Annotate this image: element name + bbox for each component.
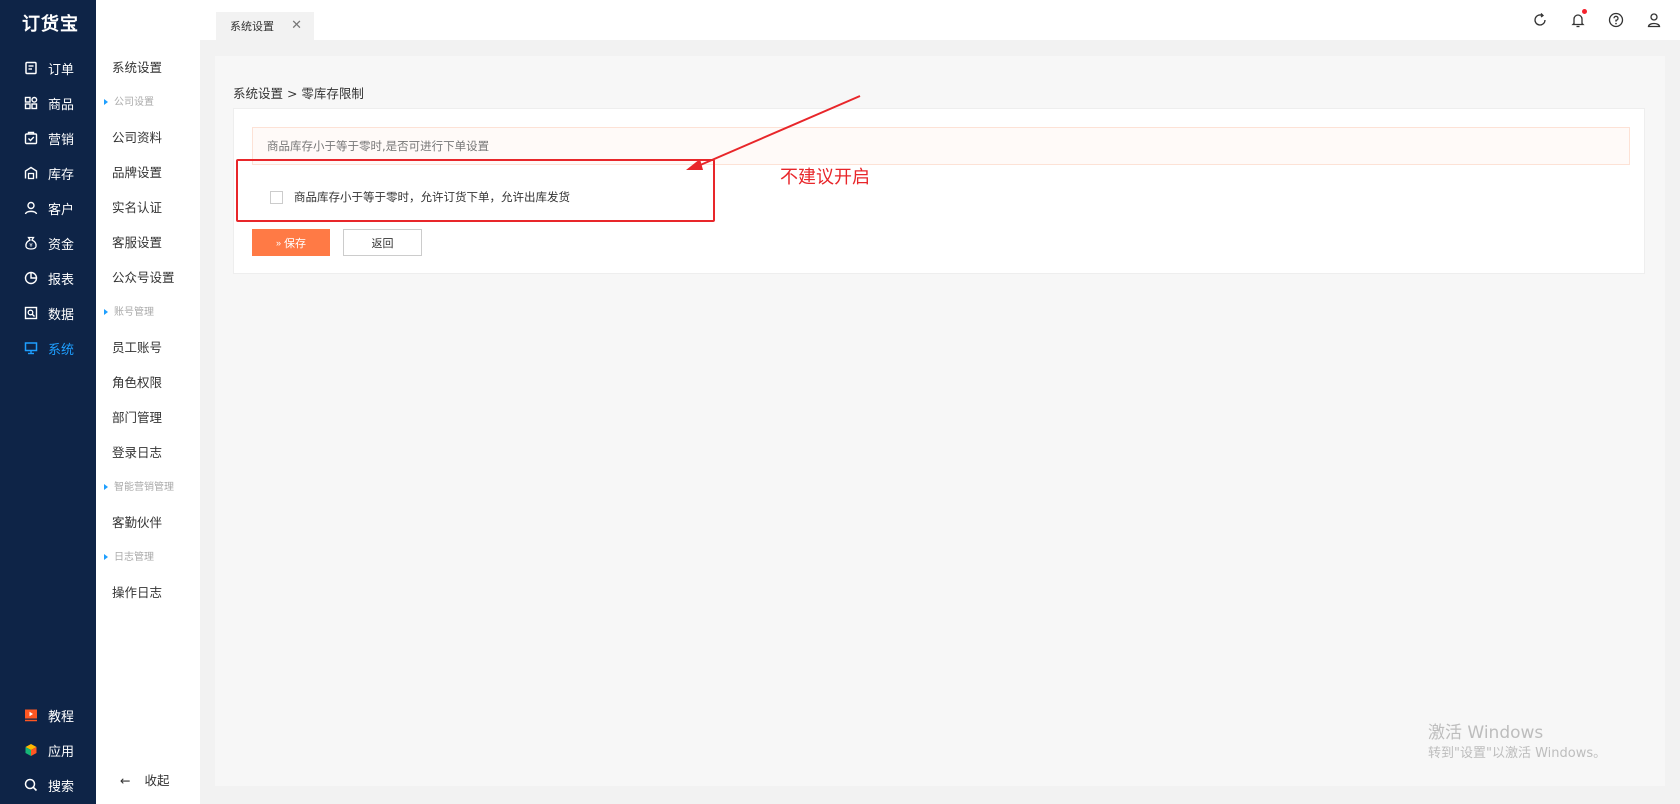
save-button[interactable]: » 保存: [252, 229, 330, 256]
nav-item-label: 系统: [48, 342, 75, 358]
sidebar-group-account[interactable]: 账号管理: [104, 305, 154, 321]
windows-watermark-sub: 转到"设置"以激活 Windows。: [1428, 746, 1607, 761]
nav-item-tutorial[interactable]: 教程: [0, 700, 96, 730]
report-icon: [24, 271, 38, 285]
bell-icon[interactable]: [1570, 9, 1587, 28]
group-label: 智能营销管理: [114, 482, 174, 493]
group-label: 公司设置: [114, 97, 154, 108]
annotation-box: [236, 159, 715, 222]
nav-item-label: 报表: [48, 272, 75, 288]
sidebar-item-staff[interactable]: 员工账号: [112, 338, 162, 358]
monitor-icon: [24, 341, 38, 355]
nav-item-order[interactable]: 订单: [0, 53, 96, 83]
arrow-left-icon: ←: [120, 773, 131, 788]
goods-icon: [24, 96, 38, 110]
expand-triangle-icon: [104, 309, 108, 315]
search-icon: [24, 778, 38, 792]
nav-item-apps[interactable]: 应用: [0, 735, 96, 765]
breadcrumb: 系统设置 > 零库存限制: [233, 86, 364, 101]
sidebar-item-brand[interactable]: 品牌设置: [112, 163, 162, 183]
main-nav: 订货宝 订单 商品 营销 库存 客户 ¥ 资金 报表 数据 系统 教程 应用 搜…: [0, 0, 96, 804]
back-button[interactable]: 返回: [343, 229, 422, 256]
apps-icon: [24, 743, 38, 757]
nav-item-search[interactable]: 搜索: [0, 770, 96, 800]
sidebar-group-company[interactable]: 公司设置: [104, 95, 154, 111]
sidebar-item-role[interactable]: 角色权限: [112, 373, 162, 393]
sidebar-item-login-log[interactable]: 登录日志: [112, 443, 162, 463]
data-icon: [24, 306, 38, 320]
expand-triangle-icon: [104, 554, 108, 560]
collapse-button[interactable]: ← 收起: [120, 770, 170, 789]
nav-item-goods[interactable]: 商品: [0, 88, 96, 118]
nav-item-customer[interactable]: 客户: [0, 193, 96, 223]
expand-triangle-icon: [104, 484, 108, 490]
close-icon[interactable]: ✕: [291, 18, 302, 33]
settings-sidebar: 系统设置 公司设置 公司资料 品牌设置 实名认证 客服设置 公众号设置 账号管理…: [96, 40, 200, 804]
nav-item-data[interactable]: 数据: [0, 298, 96, 328]
nav-item-label: 应用: [48, 744, 75, 760]
windows-watermark: 激活 Windows: [1428, 723, 1544, 743]
sidebar-item-service[interactable]: 客服设置: [112, 233, 162, 253]
sidebar-item-system-settings[interactable]: 系统设置: [112, 58, 162, 78]
nav-item-marketing[interactable]: 营销: [0, 123, 96, 153]
group-label: 日志管理: [114, 552, 154, 563]
marketing-icon: [24, 131, 38, 145]
save-label: 保存: [284, 237, 306, 250]
money-bag-icon: ¥: [24, 236, 38, 250]
customer-icon: [24, 201, 38, 215]
expand-triangle-icon: [104, 99, 108, 105]
sidebar-item-op-log[interactable]: 操作日志: [112, 583, 162, 603]
nav-item-label: 客户: [48, 202, 75, 218]
sidebar-group-smart-marketing[interactable]: 智能营销管理: [104, 480, 174, 496]
nav-item-label: 教程: [48, 709, 75, 725]
user-icon[interactable]: [1646, 12, 1662, 28]
tutorial-icon: [24, 708, 38, 722]
nav-item-money[interactable]: ¥ 资金: [0, 228, 96, 258]
nav-item-label: 订单: [48, 62, 75, 78]
top-icons: [1532, 9, 1662, 28]
sidebar-item-partner[interactable]: 客勤伙伴: [112, 513, 162, 533]
group-label: 账号管理: [114, 307, 154, 318]
sidebar-item-realname[interactable]: 实名认证: [112, 198, 162, 218]
app-logo: 订货宝: [22, 14, 79, 35]
sidebar-group-log[interactable]: 日志管理: [104, 550, 154, 566]
sidebar-item-dept[interactable]: 部门管理: [112, 408, 162, 428]
refresh-icon[interactable]: [1532, 12, 1548, 28]
sidebar-item-official-account[interactable]: 公众号设置: [112, 268, 175, 288]
sidebar-item-company-profile[interactable]: 公司资料: [112, 128, 162, 148]
nav-item-label: 数据: [48, 307, 75, 323]
help-icon[interactable]: [1608, 12, 1624, 28]
nav-item-label: 库存: [48, 167, 75, 183]
nav-item-label: 搜索: [48, 779, 75, 795]
annotation-text: 不建议开启: [780, 167, 870, 188]
notification-dot: [1582, 9, 1587, 14]
nav-item-warehouse[interactable]: 库存: [0, 158, 96, 188]
warehouse-icon: [24, 166, 38, 180]
top-bar: 系统设置 ✕: [96, 0, 1680, 40]
nav-item-label: 商品: [48, 97, 75, 113]
svg-text:¥: ¥: [29, 243, 33, 249]
double-chevron-up-icon: »: [275, 237, 281, 248]
collapse-label: 收起: [144, 773, 170, 788]
nav-item-label: 营销: [48, 132, 75, 148]
nav-item-label: 资金: [48, 237, 75, 253]
order-icon: [24, 61, 38, 75]
nav-item-report[interactable]: 报表: [0, 263, 96, 293]
tab-label: 系统设置: [230, 20, 274, 33]
nav-item-system[interactable]: 系统: [0, 333, 96, 363]
tab-system-settings[interactable]: 系统设置 ✕: [216, 12, 314, 40]
